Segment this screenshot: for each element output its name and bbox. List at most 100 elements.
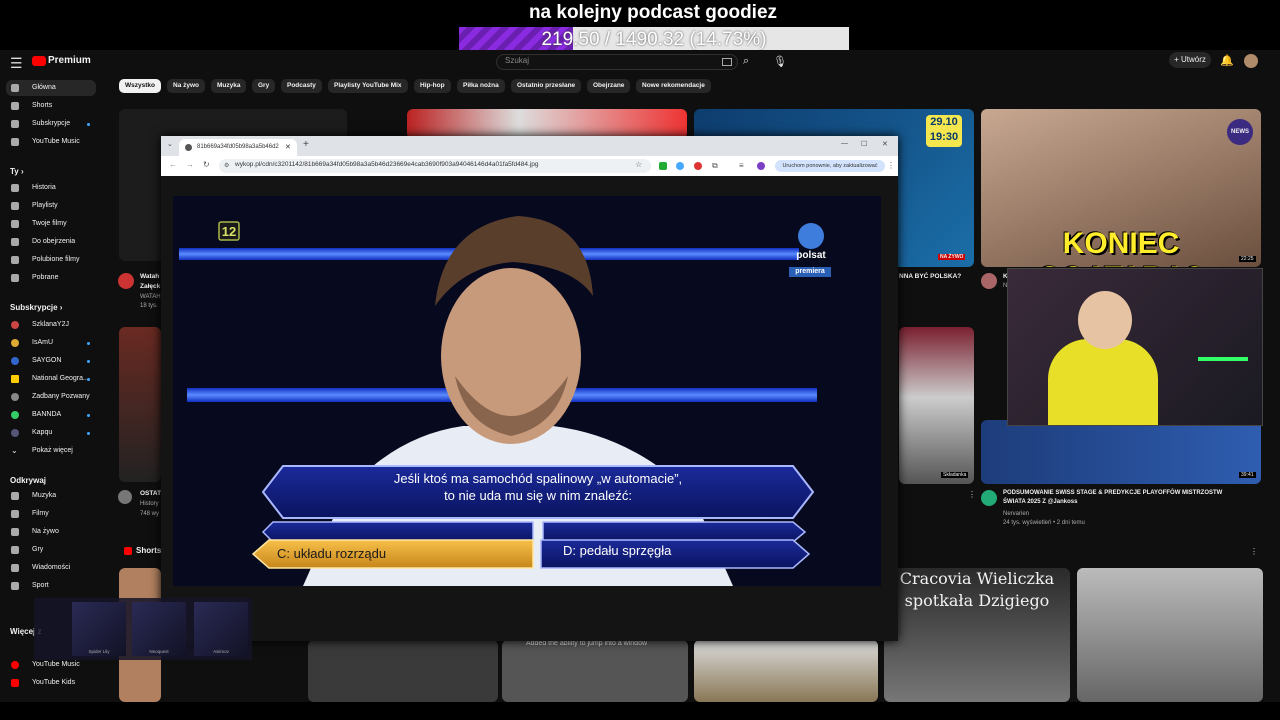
browser-menu-icon[interactable]: ⋮ — [887, 161, 895, 170]
sidebar-item-your-videos[interactable]: Twoje filmy — [6, 216, 96, 232]
sidebar-sub-item[interactable]: Kapqu — [6, 425, 96, 441]
sidebar-sub-item[interactable]: Zadbany Pozwany — [6, 389, 96, 405]
channel-avatar — [11, 411, 19, 419]
sidebar-item-subscriptions[interactable]: Subskrypcje — [6, 116, 96, 132]
sidebar-sub-item[interactable]: IsAmU — [6, 335, 96, 351]
video-thumbnail[interactable] — [119, 327, 161, 482]
filter-chip[interactable]: Nowe rekomendacje — [636, 79, 711, 93]
channel-tag: premiera — [795, 268, 825, 275]
keyboard-icon[interactable] — [722, 58, 732, 66]
profile-icon[interactable] — [757, 162, 765, 170]
channel-avatar[interactable] — [118, 490, 132, 504]
filter-chip[interactable]: Piłka nożna — [457, 79, 505, 93]
address-bar[interactable]: ⚙ wykop.pl/cdn/c3201142/81b669a34fd05b98… — [219, 159, 651, 173]
show-more-button[interactable]: ⌄ Pokaż więcej — [6, 443, 96, 459]
sidebar-sub-item[interactable]: SzklanaY2J — [6, 317, 96, 333]
filter-chip[interactable]: Muzyka — [211, 79, 247, 93]
filter-chip[interactable]: Na żywo — [167, 79, 206, 93]
create-button[interactable]: + Utwórz — [1169, 52, 1211, 68]
video-channel[interactable]: History — [140, 501, 159, 507]
sidebar-item-liked[interactable]: Polubione filmy — [6, 252, 96, 268]
filter-chip[interactable]: Playlisty YouTube Mix — [328, 79, 408, 93]
sidebar-sub-item[interactable]: BANNDA — [6, 407, 96, 423]
video-title[interactable]: OSTAT — [140, 490, 161, 497]
video-thumbnail[interactable]: KONIEC GOATARA? NEWS 22:25 — [981, 109, 1261, 267]
back-icon[interactable]: ← — [169, 160, 177, 169]
sidebar-item-music[interactable]: Muzyka — [6, 488, 96, 504]
sidebar-item-shorts[interactable]: Shorts — [6, 98, 96, 114]
new-tab-icon[interactable]: + — [303, 139, 309, 150]
close-tab-icon[interactable]: ✕ — [285, 139, 291, 156]
filter-chip[interactable]: Obejrzane — [587, 79, 631, 93]
video-title[interactable]: Watah — [140, 273, 159, 280]
avatar[interactable] — [1244, 54, 1258, 68]
extension-icon[interactable] — [659, 162, 667, 170]
sidebar-item-yt-kids[interactable]: YouTube Kids — [6, 675, 96, 691]
video-meta: 18 tys. — [140, 303, 158, 309]
filter-chip[interactable]: Ostatnio przesłane — [511, 79, 582, 93]
site-info-icon[interactable]: ⚙ — [224, 162, 229, 169]
section-subscriptions-header[interactable]: Subskrypcje › — [10, 303, 62, 312]
video-title[interactable]: PODSUMOWANIE SWISS STAGE & PREDYKCJE PLA… — [1003, 490, 1222, 496]
sidebar-item-youtube-music[interactable]: YouTube Music — [6, 134, 96, 150]
youtube-logo-text[interactable]: Premium — [48, 55, 91, 66]
bookmark-star-icon[interactable]: ☆ — [635, 160, 642, 169]
more-options-icon[interactable]: ⋮ — [968, 490, 976, 499]
skin-card: Asiimov — [194, 602, 248, 656]
sidebar-item-gaming[interactable]: Gry — [6, 542, 96, 558]
reload-icon[interactable]: ↻ — [203, 160, 210, 169]
extensions-puzzle-icon[interactable]: ⧉ — [712, 161, 718, 171]
youtube-logo-icon[interactable] — [32, 56, 46, 66]
video-title[interactable]: ŚWIATA 2025 Z @Jankoss — [1003, 499, 1077, 505]
filter-chip[interactable]: Gry — [252, 79, 276, 93]
section-you-header[interactable]: Ty › — [10, 167, 24, 176]
forward-icon[interactable]: → — [186, 160, 194, 169]
sidebar-item-live[interactable]: Na żywo — [6, 524, 96, 540]
short-thumbnail[interactable]: Added the ability to jump into a window — [502, 640, 688, 702]
menu-icon[interactable]: ☰ — [10, 55, 23, 72]
sidebar-item-playlists[interactable]: Playlisty — [6, 198, 96, 214]
short-thumbnail[interactable]: Cracovia Wieliczka spotkała Dzigiego — [884, 568, 1070, 702]
extension-icon[interactable] — [676, 162, 684, 170]
bottom-bar — [0, 702, 1280, 720]
tab-list-icon[interactable]: ⌄ — [167, 140, 173, 148]
browser-tab[interactable]: 81b669a34fd05b98a3a5b46d2 ✕ — [179, 139, 297, 156]
sidebar-item-home[interactable]: Główna — [6, 80, 96, 96]
update-button[interactable]: Uruchom ponownie, aby zaktualizować — [775, 160, 885, 172]
media-icon[interactable]: ≡ — [739, 161, 744, 170]
filter-chip[interactable]: Podcasty — [281, 79, 322, 93]
short-thumbnail[interactable] — [308, 640, 498, 702]
video-thumbnail[interactable]: Składanka — [899, 327, 974, 484]
channel-avatar[interactable] — [981, 273, 997, 289]
channel-avatar[interactable] — [981, 490, 997, 506]
sidebar-item-watch-later[interactable]: Do obejrzenia — [6, 234, 96, 250]
video-title[interactable]: Załęck — [140, 283, 160, 290]
video-thumbnail[interactable] — [407, 109, 687, 139]
short-thumbnail[interactable] — [1077, 568, 1263, 702]
filter-chip[interactable]: Wszystko — [119, 79, 161, 93]
search-icon[interactable]: ⌕ — [743, 55, 749, 68]
short-thumbnail[interactable] — [694, 640, 878, 702]
sidebar-item-sport[interactable]: Sport — [6, 578, 96, 594]
sidebar-item-movies[interactable]: Filmy — [6, 506, 96, 522]
sidebar-item-downloads[interactable]: Pobrane — [6, 270, 96, 286]
video-thumbnail[interactable]: 39:41 — [981, 420, 1261, 484]
notifications-icon[interactable]: 🔔 — [1220, 54, 1234, 67]
filter-chip[interactable]: Hip-hop — [414, 79, 451, 93]
sidebar-sub-item[interactable]: SAYGON — [6, 353, 96, 369]
video-channel[interactable]: WATAH — [140, 294, 161, 300]
sidebar-item-history[interactable]: Historia — [6, 180, 96, 196]
channel-avatar[interactable] — [118, 273, 134, 289]
maximize-icon[interactable]: ☐ — [861, 140, 867, 148]
sidebar-sub-item[interactable]: National Geogra... — [6, 371, 96, 387]
sidebar-item-news[interactable]: Wiadomości — [6, 560, 96, 576]
close-window-icon[interactable]: ✕ — [882, 140, 888, 148]
more-options-icon[interactable]: ⋮ — [1250, 547, 1258, 556]
search-input[interactable]: Szukaj — [496, 54, 738, 70]
video-channel[interactable]: Nervarien — [1003, 511, 1029, 517]
microphone-icon[interactable]: 🎙 — [773, 55, 787, 68]
minimize-icon[interactable]: — — [841, 140, 848, 147]
extension-icon[interactable] — [694, 162, 702, 170]
video-title[interactable]: NNA BYĆ POLSKA? — [899, 273, 961, 280]
trophy-icon — [11, 582, 19, 590]
